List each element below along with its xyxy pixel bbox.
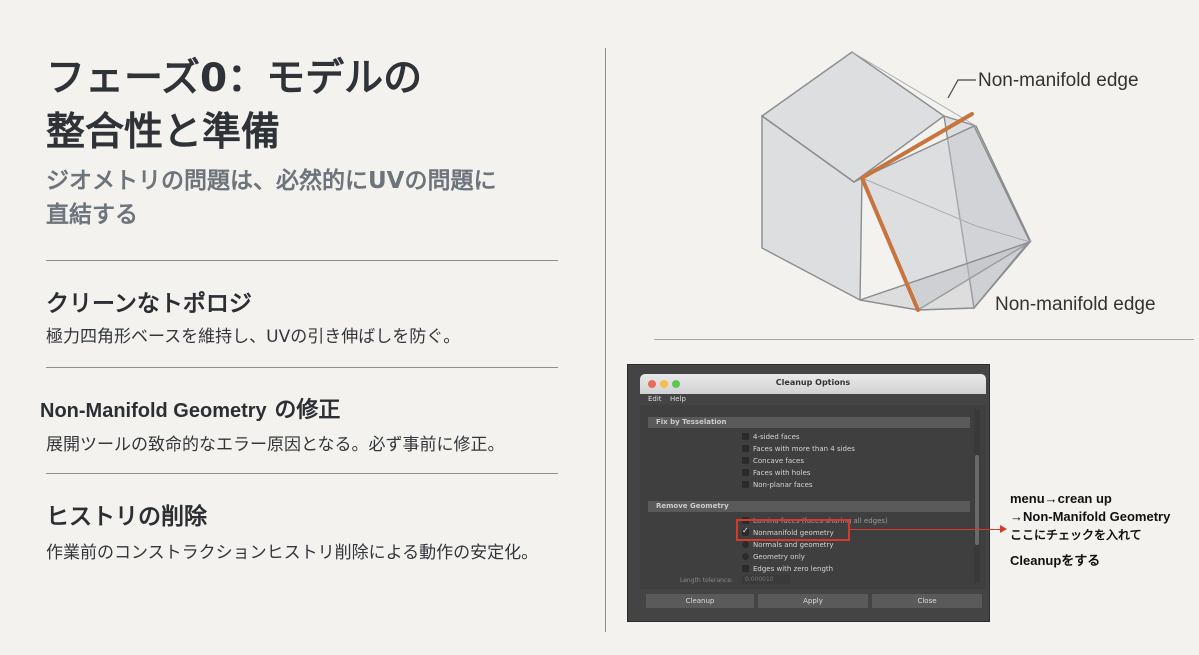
menu-edit[interactable]: Edit (648, 395, 662, 403)
option-zero-length-edges[interactable]: Edges with zero length (742, 565, 833, 573)
checkbox-icon[interactable] (742, 433, 749, 440)
window-title: Cleanup Options (775, 378, 851, 387)
slide-subtitle-line1: ジオメトリの問題は、必然的にUVの問題に (46, 168, 497, 194)
cleanup-options-window: Cleanup Options Edit Help Fix by Tessela… (627, 364, 990, 622)
nonmanifold-highlight-box (736, 519, 850, 541)
option-4-sided[interactable]: 4-sided faces (742, 433, 800, 441)
annotation-arrow-line (850, 529, 1002, 530)
section-heading-topology: クリーンなトポロジ (46, 291, 252, 317)
checkbox-icon[interactable] (742, 565, 749, 572)
slide-title-line2: 整合性と準備 (46, 110, 281, 155)
slide-subtitle-line2: 直結する (46, 202, 138, 228)
slide-title: フェーズ0：モデルの 整合性と準備 (46, 52, 566, 160)
annotation-line4: Cleanupをする (1010, 553, 1101, 568)
section-heading-nonmanifold: Non-Manifold Geometry の修正 (40, 392, 340, 424)
options-panel: Fix by Tesselation 4-sided faces Faces w… (640, 405, 986, 589)
section-body-history: 作業前のコンストラクションヒストリ削除による動作の安定化。 (46, 543, 539, 563)
edge-label-bottom: Non-manifold edge (995, 294, 1156, 315)
section-body-topology: 極力四角形ベースを維持し、UVの引き伸ばしを防ぐ。 (46, 327, 461, 347)
slide-title-line1: フェーズ0：モデルの (46, 56, 423, 101)
option-holes[interactable]: Faces with holes (742, 469, 810, 477)
section-heading-nonmanifold-jp: の修正 (266, 398, 341, 423)
cleanup-button[interactable]: Cleanup (646, 594, 754, 608)
remove-geometry-header[interactable]: Remove Geometry (648, 501, 970, 512)
section-heading-nonmanifold-latin: Non-Manifold Geometry (40, 400, 267, 422)
radio-icon[interactable] (742, 553, 749, 560)
close-button[interactable]: Close (872, 594, 982, 608)
length-tolerance-field[interactable]: 0.000010 (742, 575, 790, 584)
section-heading-history: ヒストリの削除 (46, 504, 207, 530)
radio-icon[interactable] (742, 541, 749, 548)
apply-button[interactable]: Apply (758, 594, 868, 608)
label-leader-line (947, 79, 976, 99)
window-titlebar: Cleanup Options (640, 374, 986, 394)
edge-label-top: Non-manifold edge (978, 70, 1139, 91)
column-divider (605, 48, 606, 632)
option-geometry-only[interactable]: Geometry only (742, 553, 805, 561)
checkbox-icon[interactable] (742, 445, 749, 452)
fix-by-tesselation-header[interactable]: Fix by Tesselation (648, 417, 970, 428)
annotation-line2: →Non-Manifold Geometry (1010, 509, 1171, 524)
right-column-divider (654, 339, 1194, 340)
window-menubar: Edit Help (640, 394, 986, 405)
menu-help[interactable]: Help (670, 395, 686, 403)
checkbox-icon[interactable] (742, 469, 749, 476)
annotation-arrow-icon (1000, 525, 1007, 533)
section-divider (46, 473, 558, 474)
annotation-line3: ここにチェックを入れて (1010, 528, 1142, 542)
option-more-than-4[interactable]: Faces with more than 4 sides (742, 445, 855, 453)
checkbox-icon[interactable] (742, 457, 749, 464)
annotation-line1: menu→crean up (1010, 491, 1112, 506)
section-divider (46, 260, 558, 261)
checkbox-icon[interactable] (742, 481, 749, 488)
length-tolerance-label: Length tolerance: (680, 577, 733, 584)
slide-subtitle: ジオメトリの問題は、必然的にUVの問題に 直結する (46, 164, 566, 232)
option-non-planar[interactable]: Non-planar faces (742, 481, 813, 489)
section-body-nonmanifold: 展開ツールの致命的なエラー原因となる。必ず事前に修正。 (46, 435, 505, 455)
option-concave[interactable]: Concave faces (742, 457, 804, 465)
section-divider (46, 367, 558, 368)
panel-scrollbar-thumb[interactable] (975, 455, 979, 545)
option-normals-and-geometry[interactable]: Normals and geometry (742, 541, 834, 549)
